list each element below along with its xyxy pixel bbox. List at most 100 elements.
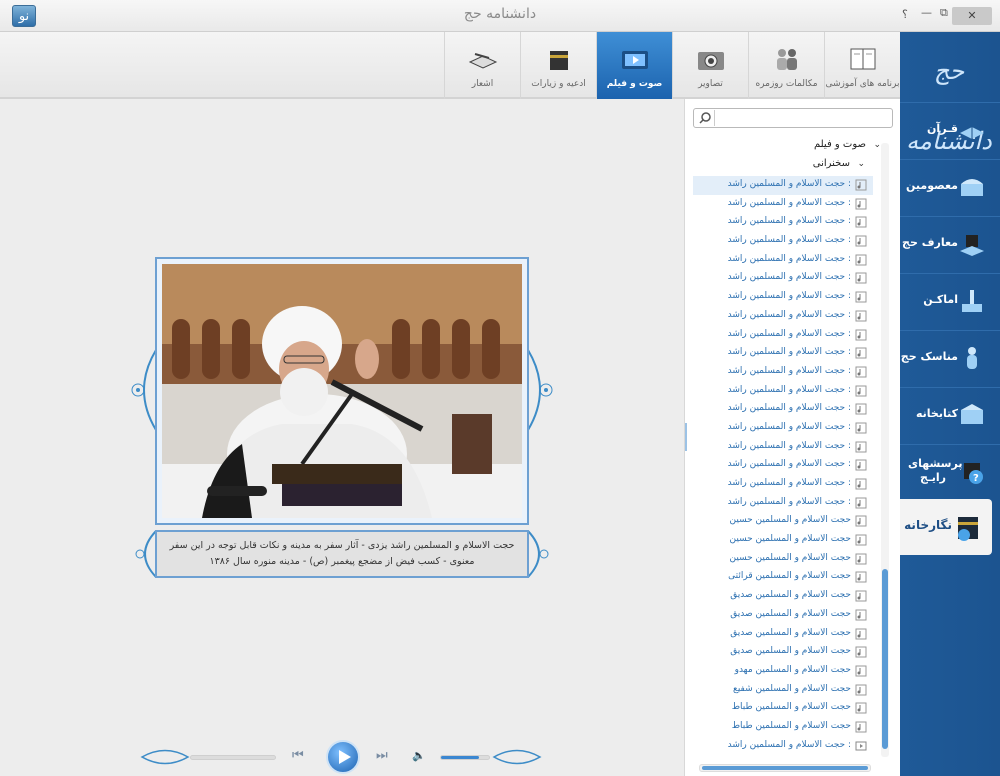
next-icon[interactable]: ⏭ — [376, 748, 388, 763]
audio-file-icon — [855, 235, 867, 247]
audio-file-icon — [855, 684, 867, 696]
minimize-button[interactable]: — — [921, 6, 932, 19]
search-input[interactable] — [718, 110, 888, 126]
lecture-list-item[interactable]: حجت الاسلام و المسلمین راشد : — [693, 251, 873, 270]
sidebar-item-faq[interactable]: پرسشهای رایـج ? — [900, 444, 1000, 500]
lecture-list-item[interactable]: حجت الاسلام و المسلمین طباط — [693, 699, 873, 718]
lecture-list-item[interactable]: حجت الاسلام و المسلمین راشد : — [693, 176, 873, 195]
quran-icon — [960, 127, 984, 139]
lecture-list-item[interactable]: حجت الاسلام و المسلمین صدیق — [693, 625, 873, 644]
tab-educational[interactable]: برنامه های آموزشی — [824, 32, 900, 99]
audio-file-icon — [855, 497, 867, 509]
vertical-scrollbar[interactable] — [881, 143, 889, 757]
help-button[interactable]: ؟ — [902, 8, 908, 21]
chevron-down-icon[interactable]: ⌄ — [873, 140, 881, 150]
lecture-list-item[interactable]: حجت الاسلام و المسلمین راشد : — [693, 195, 873, 214]
lecture-list-item[interactable]: حجت الاسلام و المسلمین صدیق — [693, 587, 873, 606]
lecture-list-item[interactable]: حجت الاسلام و المسلمین راشد : — [693, 419, 873, 438]
scrollbar-thumb[interactable] — [702, 766, 868, 770]
ornament-right — [527, 349, 553, 431]
lecture-list-item[interactable]: حجت الاسلام و المسلمین راشد : — [693, 326, 873, 345]
lecture-list-item[interactable]: حجت الاسلام و المسلمین راشد : — [693, 232, 873, 251]
previous-icon[interactable]: ⏮ — [292, 748, 304, 763]
lecture-title: حجت الاسلام و المسلمین راشد : — [727, 478, 851, 488]
tree-node-audio-video[interactable]: صوت و فیلم — [814, 139, 866, 150]
chevron-down-icon[interactable]: ⌄ — [857, 159, 865, 169]
sidebar-item-library[interactable]: کتابخانه — [900, 387, 1000, 443]
lecture-list-item[interactable]: حجت الاسلام و المسلمین حسین — [693, 531, 873, 550]
audio-file-icon — [855, 534, 867, 546]
tab-conversations[interactable]: مکالمات روزمره — [748, 32, 824, 99]
lecture-title: حجت الاسلام و المسلمین راشد : — [727, 739, 851, 750]
lecture-list-item[interactable]: حجت الاسلام و المسلمین راشد : — [693, 344, 873, 363]
lecture-list-item[interactable]: حجت الاسلام و المسلمین راشد : — [693, 213, 873, 232]
sidebar-item-label: کتابخانه — [915, 407, 958, 420]
sidebar-item-gallery[interactable]: نگارخانه — [900, 499, 992, 555]
people-icon — [777, 49, 797, 70]
lecture-list-item[interactable]: حجت الاسلام و المسلمین راشد : — [693, 382, 873, 401]
sidebar-item-rituals[interactable]: مناسک حج — [900, 330, 1000, 386]
horizontal-scrollbar[interactable] — [699, 764, 871, 772]
lecture-list-item[interactable]: حجت الاسلام و المسلمین راشد : — [693, 400, 873, 419]
sidebar-item-masoumin[interactable]: معصومین — [900, 159, 1000, 215]
sidebar-item-places[interactable]: اماکـن — [900, 273, 1000, 329]
sidebar-item-label: قـرآن — [927, 122, 958, 135]
play-button[interactable] — [326, 740, 360, 774]
media-player: ⏮ ⏭ 🔈 — [140, 738, 542, 776]
audio-file-icon — [855, 216, 867, 228]
lecture-title: حجت الاسلام و المسلمین حسین — [729, 534, 852, 545]
audio-file-icon — [855, 571, 867, 583]
lecture-list-item[interactable]: حجت الاسلام و المسلمین صدیق — [693, 606, 873, 625]
audio-file-icon — [855, 553, 867, 565]
audio-file-icon — [855, 702, 867, 714]
sidebar-item-hajj-knowledge[interactable]: معارف حج — [900, 216, 1000, 272]
lecture-list-item[interactable]: حجت الاسلام و المسلمین شفیع — [693, 681, 873, 700]
tab-prayers[interactable]: ادعیه و زیارات — [520, 32, 596, 99]
search-button[interactable] — [695, 110, 715, 126]
lecture-title: حجت الاسلام و المسلمین راشد : — [727, 272, 851, 283]
library-icon — [961, 404, 983, 424]
lecture-list-item[interactable]: حجت الاسلام و المسلمین حسین — [693, 512, 873, 531]
tab-poems[interactable]: اشعار — [444, 32, 520, 99]
lecture-list-item[interactable]: حجت الاسلام و المسلمین راشد : — [693, 288, 873, 307]
scrollbar-thumb[interactable] — [882, 569, 888, 749]
tab-images[interactable]: تصاویر — [672, 32, 748, 99]
lecture-title: حجت الاسلام و المسلمین شفیع — [733, 683, 851, 694]
volume-icon[interactable]: 🔈 — [412, 749, 426, 762]
lecture-list-item[interactable]: حجت الاسلام و المسلمین راشد : — [693, 307, 873, 326]
lecture-title: حجت الاسلام و المسلمین راشد : — [727, 328, 851, 339]
volume-slider[interactable] — [440, 755, 490, 760]
tab-label: مکالمات روزمره — [755, 79, 818, 89]
audio-file-icon — [855, 515, 867, 527]
lecture-list-item[interactable]: حجت الاسلام و المسلمین مهدو — [693, 662, 873, 681]
camera-icon — [698, 52, 724, 70]
lecture-title: حجت الاسلام و المسلمین حسین — [729, 515, 852, 526]
seek-bar[interactable] — [190, 755, 276, 760]
lecture-list-item[interactable]: حجت الاسلام و المسلمین راشد : — [693, 363, 873, 382]
audio-file-icon — [855, 254, 867, 266]
lecture-list-item[interactable]: حجت الاسلام و المسلمین راشد : — [693, 269, 873, 288]
lecture-list-item[interactable]: حجت الاسلام و المسلمین صدیق — [693, 643, 873, 662]
restore-button[interactable]: ⧉ — [940, 6, 948, 20]
lecture-list-item[interactable]: حجت الاسلام و المسلمین طباط — [693, 718, 873, 737]
lecture-title: حجت الاسلام و المسلمین مهدو — [734, 664, 851, 675]
main-sidebar: حج دانشنامه قـرآن معصومین معارف حج اماکـ… — [900, 32, 1000, 776]
speaker-photo[interactable] — [162, 264, 522, 518]
audio-file-icon — [855, 441, 867, 453]
panel-splitter[interactable] — [685, 423, 687, 451]
lecture-list-item[interactable]: حجت الاسلام و المسلمین راشد : — [693, 456, 873, 475]
sidebar-item-quran[interactable]: قـرآن — [900, 102, 1000, 158]
tab-audio-video[interactable]: صوت و فیلم — [596, 32, 672, 99]
volume-level — [441, 756, 480, 759]
question-kaaba-icon: ? — [964, 463, 983, 484]
lecture-list-item[interactable]: حجت الاسلام و المسلمین حسین — [693, 550, 873, 569]
close-button[interactable]: ✕ — [952, 7, 992, 25]
lecture-list-item[interactable]: حجت الاسلام و المسلمین راشد : — [693, 475, 873, 494]
lecture-list-item[interactable]: حجت الاسلام و المسلمین قرائتی — [693, 568, 873, 587]
lecture-list-item[interactable]: حجت الاسلام و المسلمین راشد : — [693, 737, 873, 756]
lecture-list-item[interactable]: حجت الاسلام و المسلمین راشد : — [693, 438, 873, 457]
tree-node-lectures[interactable]: سخنرانی — [813, 158, 850, 169]
lecture-title: حجت الاسلام و المسلمین راشد : — [727, 403, 851, 414]
lecture-list-item[interactable]: حجت الاسلام و المسلمین راشد : — [693, 494, 873, 513]
lecture-title: حجت الاسلام و المسلمین راشد : — [727, 291, 851, 302]
